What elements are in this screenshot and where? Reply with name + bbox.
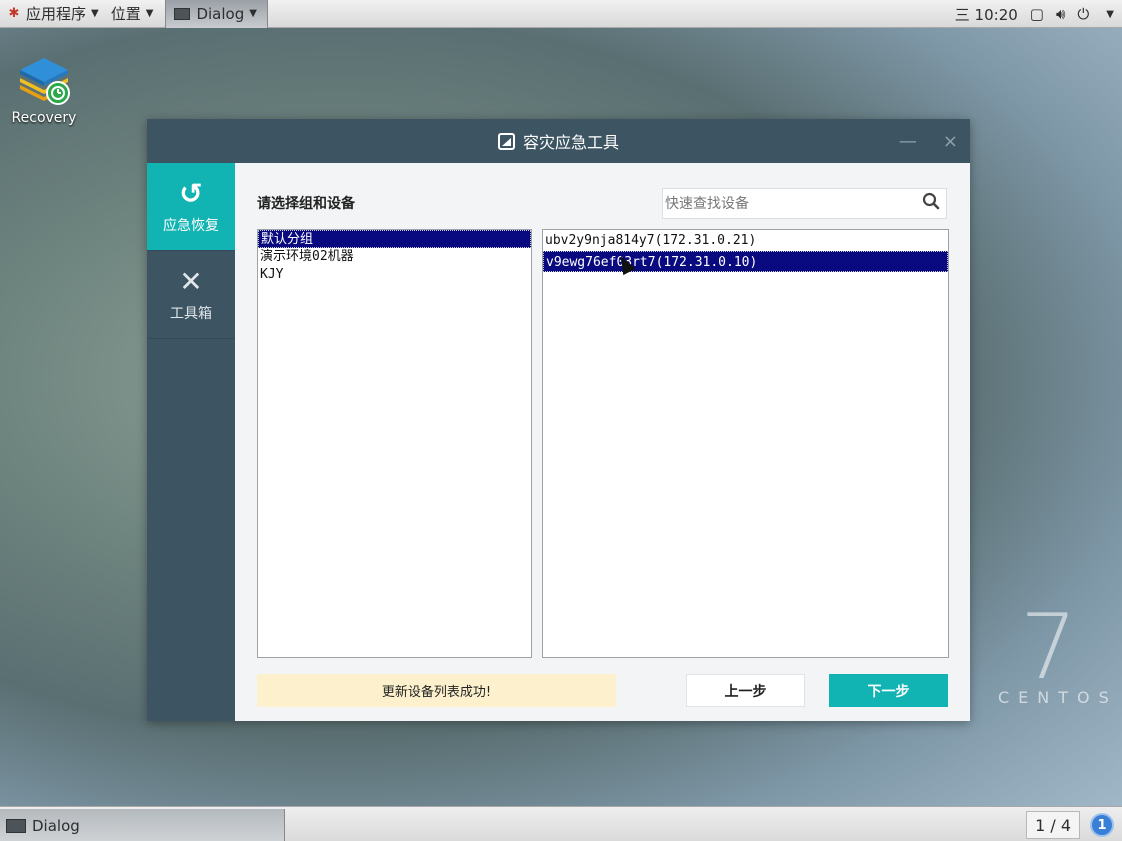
dialog-title: 容灾应急工具 [522,133,619,152]
group-list[interactable]: 默认分组 演示环境02机器 KJY [257,229,532,658]
chevron-down-icon: ▼ [249,8,257,19]
search-icon[interactable] [916,192,946,215]
sidebar-item-toolbox[interactable]: ✕ 工具箱 [147,251,235,339]
applications-label: 应用程序 [26,5,87,23]
dialog-titlebar[interactable]: 容灾应急工具 — × [147,119,970,163]
display-icon[interactable]: ▢ [1030,5,1044,23]
list-item[interactable]: 默认分组 [258,230,531,248]
search-input[interactable] [663,189,916,218]
restore-icon: ↺ [179,176,203,210]
bottom-panel: Dialog 1 / 4 1 [0,806,1122,841]
previous-button[interactable]: 上一步 [686,674,805,707]
chevron-down-icon: ▼ [91,8,99,19]
sidebar: ↺ 应急恢复 ✕ 工具箱 [147,163,235,721]
tools-icon: ✕ [179,264,203,298]
recovery-icon [16,52,72,108]
sidebar-item-emergency-restore[interactable]: ↺ 应急恢复 [147,163,235,251]
sidebar-item-label: 工具箱 [170,305,212,322]
next-button[interactable]: 下一步 [829,674,948,707]
chevron-down-icon[interactable]: ▼ [1106,9,1114,20]
clock[interactable]: 三 10:20 [955,4,1018,25]
list-item[interactable]: ubv2y9nja814y7(172.31.0.21) [543,230,948,251]
active-window-menu[interactable]: Dialog ▼ [165,0,268,28]
places-menu[interactable]: 位置 ▼ [105,0,160,28]
window-controls: — × [899,119,958,163]
list-item[interactable]: KJY [258,266,531,284]
dialog-window: 容灾应急工具 — × ↺ 应急恢复 ✕ 工具箱 请选择组和设备 默认分组 演示环… [147,119,970,721]
app-icon [497,132,515,150]
centos-logo-text: CENTOS [998,688,1118,707]
status-message: 更新设备列表成功! [257,674,616,707]
applications-icon: ✱ [8,5,20,21]
centos-logo-numeral: 7 [1020,595,1078,700]
taskbar-item-label: Dialog [32,816,80,835]
places-label: 位置 [110,5,141,23]
top-panel: ✱ 应用程序 ▼ 位置 ▼ Dialog ▼ 三 10:20 ▢ 🔊︎ ⏻ ▼ [0,0,1122,28]
close-icon[interactable]: × [943,131,958,152]
sidebar-item-label: 应急恢复 [163,217,219,234]
page-title: 请选择组和设备 [257,196,355,212]
window-icon [6,818,26,833]
chevron-down-icon: ▼ [145,8,154,19]
list-item[interactable]: v9ewg76ef03rt7(172.31.0.10) [543,251,948,272]
notification-badge[interactable]: 1 [1090,813,1114,837]
list-item[interactable]: 演示环境02机器 [258,248,531,266]
volume-icon[interactable]: 🔊︎ [1056,5,1065,23]
workspace-indicator[interactable]: 1 / 4 [1026,811,1080,839]
taskbar-item-dialog[interactable]: Dialog [0,809,285,841]
main-content: 请选择组和设备 默认分组 演示环境02机器 KJY ubv2y9nja814y7… [235,163,970,721]
device-list[interactable]: ubv2y9nja814y7(172.31.0.21) v9ewg76ef03r… [542,229,949,658]
active-window-label: Dialog [196,4,245,23]
window-icon [174,7,191,20]
applications-menu[interactable]: ✱ 应用程序 ▼ [0,0,105,28]
desktop-icon-label: Recovery [11,110,77,126]
system-tray: 三 10:20 ▢ 🔊︎ ⏻ ▼ [955,0,1114,28]
desktop-icon-recovery[interactable]: Recovery [6,52,82,126]
power-icon[interactable]: ⏻ [1077,5,1089,23]
minimize-icon[interactable]: — [899,131,917,152]
search-box [662,188,947,219]
